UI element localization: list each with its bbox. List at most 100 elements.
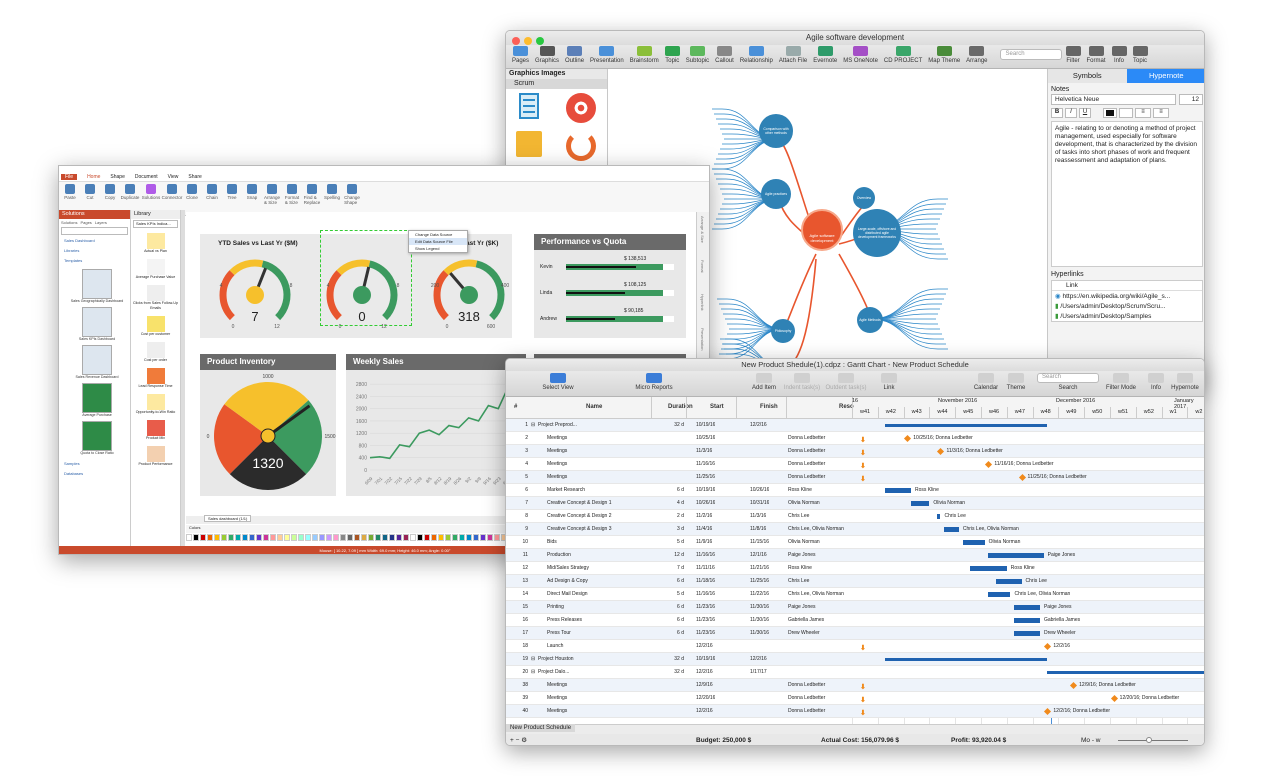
ribbon-button-snap[interactable]: Snap bbox=[245, 184, 259, 200]
table-row[interactable]: 3 Meetings 11/3/16 Donna Ledbetter ⬇ 11/3/16;… bbox=[506, 445, 1204, 458]
table-row[interactable]: 14 Direct Mail Design 5 d 11/16/16 11/22/16 C… bbox=[506, 588, 1204, 601]
ribbon-tab-share[interactable]: Share bbox=[188, 174, 201, 180]
table-row[interactable]: 12 Mid/Sales Strategy 7 d 11/11/16 11/21/16 R… bbox=[506, 562, 1204, 575]
ribbon-button-change-shape[interactable]: Change Shape bbox=[344, 184, 360, 205]
task-bar[interactable] bbox=[962, 540, 985, 545]
task-bar[interactable] bbox=[995, 579, 1022, 584]
task-bar[interactable] bbox=[1014, 631, 1040, 636]
solutions-item[interactable]: Sales Dashboard bbox=[64, 236, 130, 246]
column-header[interactable]: Start bbox=[710, 404, 724, 410]
topic-philosophy[interactable]: Philosophy bbox=[771, 319, 795, 343]
solutions-search[interactable] bbox=[61, 227, 128, 235]
toolbar-cd-project-button[interactable]: CD PROJECT bbox=[882, 46, 924, 64]
zoom-level[interactable]: Mo - w bbox=[1081, 737, 1101, 744]
toolbar-outline-button[interactable]: Outline bbox=[563, 46, 586, 64]
ribbon-tab-document[interactable]: Document bbox=[135, 174, 158, 180]
toolbar-info-button[interactable]: Info bbox=[1110, 46, 1129, 64]
tab-hypernote[interactable]: Hypernote bbox=[1126, 69, 1204, 83]
graphics-subheader[interactable]: Scrum bbox=[506, 79, 607, 89]
ribbon-button-chain[interactable]: Chain bbox=[205, 184, 219, 200]
list-button[interactable]: ≡ bbox=[1135, 108, 1151, 118]
table-row[interactable]: 18 Launch 12/2/16 ⬇ 12/2/16 bbox=[506, 640, 1204, 653]
page-tab[interactable]: Sales dashboard (1/1) bbox=[204, 515, 252, 522]
table-row[interactable]: 39 Meetings 12/20/16 Donna Ledbetter ⬇ 12/20/… bbox=[506, 692, 1204, 705]
ribbon-button-connector[interactable]: Connector bbox=[162, 184, 182, 200]
ribbon-button-paste[interactable]: Paste bbox=[63, 184, 77, 200]
solutions-item[interactable]: Templates bbox=[64, 256, 130, 266]
inventory-card[interactable]: Product Inventory 1320 0 1000 1500 bbox=[200, 354, 336, 496]
table-row[interactable]: 8 Creative Concept & Design 22 d 11/2/16 11… bbox=[506, 510, 1204, 523]
ribbon-button-clone[interactable]: Clone bbox=[185, 184, 199, 200]
solutions-tab[interactable]: Solutions bbox=[61, 220, 77, 225]
task-bar[interactable] bbox=[1014, 618, 1040, 623]
splitter[interactable] bbox=[181, 210, 185, 546]
perf-bar[interactable] bbox=[566, 290, 674, 296]
library-select[interactable]: Sales KPIs Indica... bbox=[133, 220, 178, 228]
gantt-toolbar-link[interactable]: Link bbox=[867, 373, 911, 391]
table-row[interactable]: 2 Meetings 10/25/16 Donna Ledbetter ⬇ 10/25/1… bbox=[506, 432, 1204, 445]
perf-bar[interactable] bbox=[566, 316, 674, 322]
font-size-select[interactable]: 12 bbox=[1179, 94, 1203, 105]
toolbar-callout-button[interactable]: Callout bbox=[713, 46, 736, 64]
text-color-button[interactable] bbox=[1103, 108, 1117, 118]
task-bar[interactable] bbox=[988, 553, 1044, 558]
selection-box[interactable] bbox=[320, 230, 412, 326]
hyperlink-row[interactable]: ▮ /Users/admin/Desktop/Scrum/Scru... bbox=[1052, 301, 1202, 311]
add-sheet-button[interactable]: + − ⚙ bbox=[510, 736, 527, 744]
toolbar-format-button[interactable]: Format bbox=[1085, 46, 1108, 64]
library-item[interactable]: Clicks from Sales Follow-Up Emails bbox=[131, 285, 180, 311]
table-row[interactable]: 11 Production 12 d 11/16/16 12/1/16 Paige Jon… bbox=[506, 549, 1204, 562]
sheet-tab[interactable]: New Product Schedule bbox=[506, 724, 576, 732]
gantt-toolbar-theme[interactable]: Theme bbox=[994, 373, 1038, 391]
hyperlink-row[interactable]: ▮ /Users/admin/Desktop/Samples bbox=[1052, 311, 1202, 321]
target-graphic[interactable] bbox=[566, 93, 596, 123]
underline-button[interactable]: U bbox=[1079, 108, 1091, 118]
task-bar[interactable] bbox=[969, 566, 1007, 571]
topic-agile-practices[interactable]: Agile practices bbox=[761, 179, 791, 209]
solutions-item[interactable]: Samples bbox=[64, 459, 130, 469]
library-item[interactable]: Product Performance bbox=[131, 446, 180, 467]
gantt-toolbar-hypernote[interactable]: Hypernote bbox=[1163, 373, 1204, 391]
table-row[interactable]: 5 Meetings 11/25/16 Donna Ledbetter ⬇ 11/25/1… bbox=[506, 471, 1204, 484]
side-tab[interactable]: Presentation bbox=[700, 328, 705, 358]
gauge[interactable]: 7 0 12 4 8 bbox=[219, 259, 293, 330]
table-row[interactable]: 19 Project Houston ⊟ 32 d 10/19/16 12/2/16 bbox=[506, 653, 1204, 666]
toolbar-relationship-button[interactable]: Relationship bbox=[738, 46, 775, 64]
task-bar[interactable] bbox=[944, 527, 959, 532]
ribbon-tab-view[interactable]: View bbox=[168, 174, 179, 180]
ribbon-button-format-size[interactable]: Format & Size bbox=[285, 184, 299, 205]
template-thumbnail[interactable]: Quota to Close Ratio bbox=[64, 421, 130, 456]
solutions-item[interactable]: Databases bbox=[64, 469, 130, 479]
toolbar-topic-button[interactable]: Topic bbox=[663, 46, 682, 64]
gantt-toolbar-select-view[interactable]: Select View bbox=[536, 373, 580, 391]
context-menu-item[interactable]: Change Data Source bbox=[409, 231, 467, 238]
column-header[interactable]: Finish bbox=[760, 404, 778, 410]
toolbar-pages-button[interactable]: Pages bbox=[510, 46, 531, 64]
library-item[interactable]: Actual vs Plan bbox=[131, 233, 180, 254]
perf-bar[interactable] bbox=[566, 264, 674, 270]
library-item[interactable]: Average Purchase Value bbox=[131, 259, 180, 280]
task-bar[interactable] bbox=[885, 488, 911, 493]
toolbar-ms-onenote-button[interactable]: MS OneNote bbox=[841, 46, 880, 64]
ribbon-button-duplicate[interactable]: Duplicate bbox=[121, 184, 139, 200]
task-bar[interactable] bbox=[1014, 605, 1040, 610]
template-thumbnail[interactable]: Sales Revenue Dashboard bbox=[64, 345, 130, 380]
table-row[interactable]: 20 Project Dalo... ⊟ 32 d 12/2/16 1/17/17 bbox=[506, 666, 1204, 679]
table-row[interactable]: 38 Meetings 12/9/16 Donna Ledbetter ⬇ 12/9/16… bbox=[506, 679, 1204, 692]
ribbon-button-tree[interactable]: Tree bbox=[225, 184, 239, 200]
template-thumbnail[interactable]: Sales KPIs Dashboard bbox=[64, 307, 130, 342]
milestone-diamond[interactable] bbox=[1018, 473, 1026, 482]
toolbar-map-theme-button[interactable]: Map Theme bbox=[926, 46, 962, 64]
italic-button[interactable]: I bbox=[1065, 108, 1077, 118]
context-menu-item[interactable]: Edit Data Source File bbox=[409, 238, 467, 245]
topic-comparison[interactable]: Comparison with other methods bbox=[759, 114, 793, 148]
milestone-diamond[interactable] bbox=[1044, 642, 1052, 651]
library-item[interactable]: Lead Response Time bbox=[131, 368, 180, 389]
checklist-graphic[interactable] bbox=[514, 93, 542, 121]
tab-symbols[interactable]: Symbols bbox=[1048, 69, 1127, 83]
summary-bar[interactable] bbox=[1047, 671, 1204, 674]
zoom-icon[interactable] bbox=[536, 37, 544, 45]
topic-large-scale[interactable]: Large-scale, offshore and distributed ag… bbox=[853, 209, 901, 257]
milestone-diamond[interactable] bbox=[1044, 707, 1052, 716]
toolbar-brainstorm-button[interactable]: Brainstorm bbox=[628, 46, 661, 64]
